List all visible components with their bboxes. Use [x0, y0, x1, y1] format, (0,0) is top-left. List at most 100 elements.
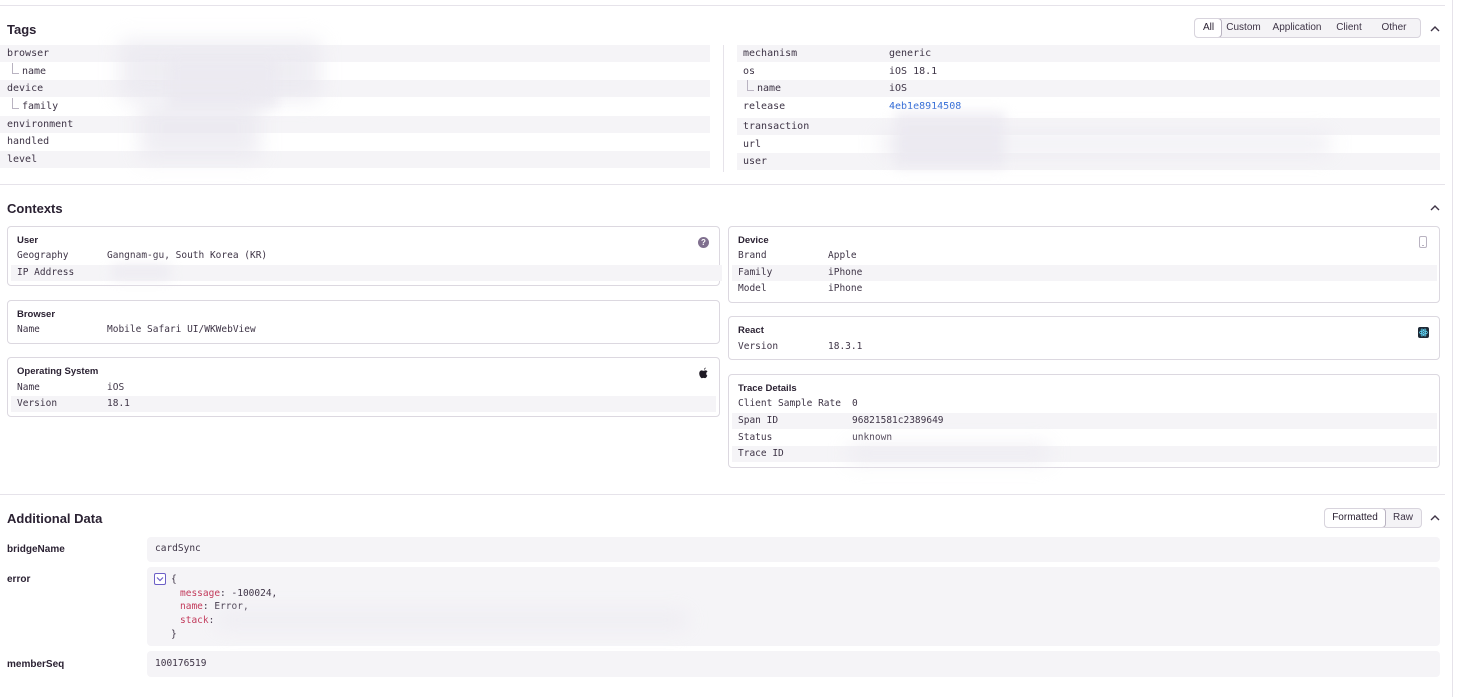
kv-value: 0: [852, 398, 858, 409]
kv-value: Mobile Safari UI/WKWebView: [107, 324, 256, 335]
tag-row: name iOS: [737, 80, 1440, 97]
json-key: stack: [180, 615, 209, 626]
tag-row: release 4eb1e8914508: [737, 98, 1440, 115]
json-collapse-toggle[interactable]: [154, 573, 166, 585]
redacted-region: [880, 134, 1330, 154]
contexts-collapse-icon[interactable]: [1429, 202, 1441, 214]
additional-key: error: [7, 574, 31, 585]
kv-value: iOS: [107, 382, 125, 393]
kv-row: Name iOS: [8, 380, 719, 396]
card-title: Operating System: [17, 366, 99, 377]
card-title: React: [738, 325, 764, 336]
tag-row: family: [0, 98, 710, 115]
additional-value-box: 100176519: [147, 651, 1440, 677]
tag-key: mechanism: [743, 48, 798, 59]
tags-section-title: Tags: [7, 22, 37, 37]
tag-key: environment: [7, 119, 74, 130]
phone-icon: [1419, 235, 1430, 248]
card-title: Device: [738, 235, 769, 246]
additional-data-collapse-icon[interactable]: [1429, 512, 1441, 524]
json-value: -100024,: [231, 588, 278, 599]
json-value: Error,: [214, 601, 249, 612]
top-divider: [0, 5, 1445, 6]
react-icon: [1418, 325, 1429, 338]
tree-connector: [12, 98, 19, 109]
redacted-region: [140, 100, 260, 160]
kv-value: Gangnam-gu, South Korea (KR): [107, 250, 268, 261]
kv-key: Client Sample Rate: [738, 398, 841, 409]
tag-row: name: [0, 63, 710, 80]
kv-row: Span ID 96821581c2389649: [732, 413, 1437, 429]
tag-row: os iOS 18.1: [737, 63, 1440, 80]
additional-key: bridgeName: [7, 544, 65, 555]
card-title: Trace Details: [738, 383, 797, 394]
tag-row: handled: [0, 133, 710, 150]
tags-filter-other[interactable]: Other: [1370, 19, 1418, 37]
json-close-brace: }: [171, 629, 177, 640]
kv-value: 96821581c2389649: [852, 415, 944, 426]
svg-text:?: ?: [701, 238, 706, 247]
tag-value: iOS 18.1: [889, 66, 938, 77]
json-open-brace: {: [171, 574, 177, 585]
kv-row: Brand Apple: [729, 248, 1439, 264]
redacted-region: [217, 613, 687, 627]
tag-key: transaction: [743, 121, 810, 132]
context-card-trace-details: Trace Details Client Sample Rate 0 Span …: [728, 374, 1440, 468]
tag-key: name: [757, 83, 782, 94]
kv-value: 18.1: [107, 398, 130, 409]
kv-value: iPhone: [828, 283, 863, 294]
view-formatted[interactable]: Formatted: [1325, 509, 1386, 527]
tag-key: user: [743, 156, 768, 167]
tags-filter-application[interactable]: Application: [1266, 19, 1328, 37]
contexts-section-title: Contexts: [7, 201, 63, 216]
kv-key: Name: [17, 382, 40, 393]
tag-key: level: [7, 154, 38, 165]
kv-key: Status: [738, 432, 773, 443]
tag-key: browser: [7, 48, 50, 59]
json-field: name: Error,: [180, 601, 249, 612]
redacted-region: [849, 445, 1049, 461]
json-field: message: -100024,: [180, 588, 278, 599]
kv-key: Model: [738, 283, 767, 294]
tag-row: environment: [0, 116, 710, 133]
tag-row: transaction: [737, 118, 1440, 135]
kv-value: 18.3.1: [828, 341, 863, 352]
json-field: stack:: [180, 615, 215, 626]
view-raw[interactable]: Raw: [1385, 509, 1421, 527]
kv-key: Span ID: [738, 415, 779, 426]
kv-key: Geography: [17, 250, 69, 261]
tag-key: name: [22, 66, 47, 77]
kv-key: Family: [738, 267, 773, 278]
context-card-user: User ? Geography Gangnam-gu, South Korea…: [7, 226, 722, 286]
json-key: message: [180, 588, 221, 599]
context-card-operating-system: Operating System Name iOS Version 18.1: [7, 357, 720, 417]
kv-key: Name: [17, 324, 40, 335]
tags-filter-client[interactable]: Client: [1328, 19, 1370, 37]
context-card-browser: Browser Name Mobile Safari UI/WKWebView: [7, 300, 720, 344]
kv-row: Name Mobile Safari UI/WKWebView: [8, 322, 719, 338]
tag-row: device: [0, 80, 710, 97]
kv-key: IP Address: [17, 267, 75, 278]
tag-key: family: [22, 101, 59, 112]
kv-row: Status unknown: [729, 430, 1439, 446]
help-icon[interactable]: ?: [698, 235, 709, 248]
redacted-region: [112, 265, 170, 279]
additional-value: cardSync: [155, 543, 201, 554]
kv-key: Version: [17, 398, 58, 409]
tag-value: iOS: [889, 83, 908, 94]
additional-value-box: cardSync: [147, 537, 1440, 562]
apple-icon: [698, 366, 709, 379]
tag-key: handled: [7, 136, 50, 147]
tree-connector: [12, 63, 19, 74]
tag-value: generic: [889, 48, 932, 59]
kv-value: Apple: [828, 250, 857, 261]
right-rail: [1452, 0, 1453, 697]
tag-row: user: [737, 153, 1440, 170]
additional-key: memberSeq: [7, 659, 65, 670]
tags-collapse-icon[interactable]: [1429, 23, 1441, 35]
tags-filter-all[interactable]: All: [1195, 19, 1222, 37]
additional-data-section-title: Additional Data: [7, 511, 103, 526]
tags-column-divider: [723, 45, 724, 172]
tag-key: device: [7, 83, 44, 94]
tags-filter-custom[interactable]: Custom: [1221, 19, 1266, 37]
